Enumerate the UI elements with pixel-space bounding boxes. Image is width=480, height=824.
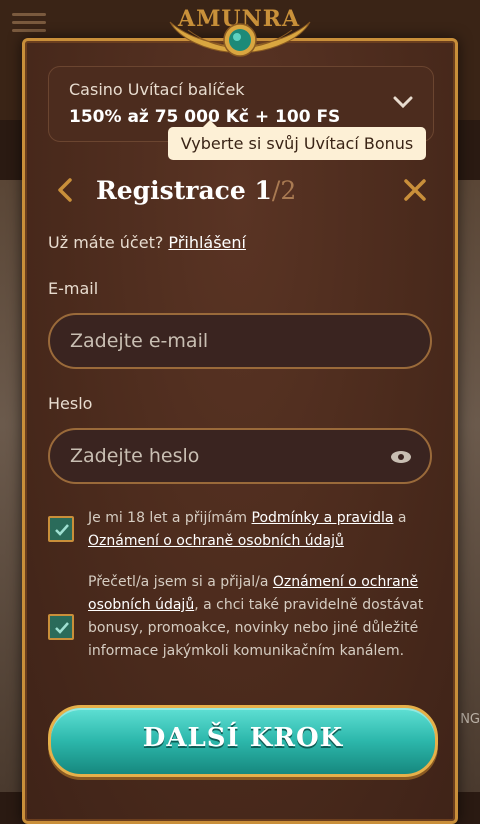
privacy-link[interactable]: Oznámení o ochraně osobních údajů: [88, 533, 344, 549]
password-label: Heslo: [48, 394, 93, 413]
have-account-label: Už máte účet?: [48, 233, 169, 252]
back-button[interactable]: [54, 176, 76, 204]
registration-step: 1: [254, 176, 272, 205]
login-link[interactable]: Přihlášení: [168, 233, 246, 252]
age-consent-text: Je mi 18 let a přijímám Podmínky a pravi…: [88, 507, 428, 553]
chevron-down-icon[interactable]: [393, 95, 413, 111]
hamburger-menu-icon[interactable]: [12, 8, 46, 36]
email-label: E-mail: [48, 279, 99, 298]
marketing-consent-checkbox[interactable]: [48, 614, 76, 642]
age-consent-text2: a: [393, 510, 407, 526]
eye-icon[interactable]: [390, 449, 412, 463]
marketing-consent-text: Přečetl/a jsem si a přijal/a Oznámení o …: [88, 571, 428, 663]
background-text: NG: [460, 712, 480, 727]
next-step-button[interactable]: DALŠÍ KROK: [48, 705, 438, 777]
marketing-consent-text1: Přečetl/a jsem si a přijal/a: [88, 574, 273, 590]
chevron-left-icon: [58, 178, 72, 202]
check-icon: [55, 524, 69, 536]
age-consent-checkbox[interactable]: [48, 516, 76, 544]
bonus-title: Casino Uvítací balíček: [69, 80, 245, 99]
checkbox-checked: [48, 614, 74, 640]
registration-total-steps: /2: [271, 176, 297, 205]
terms-link[interactable]: Podmínky a pravidla: [252, 510, 394, 526]
age-consent-text1: Je mi 18 let a přijímám: [88, 510, 252, 526]
registration-title-text: Registrace: [96, 176, 255, 205]
have-account-text: Už máte účet? Přihlášení: [48, 233, 246, 252]
registration-title: Registrace 1/2: [96, 176, 296, 205]
checkbox-checked: [48, 516, 74, 542]
check-icon: [55, 622, 69, 634]
close-icon: [404, 179, 426, 201]
bonus-tooltip: Vyberte si svůj Uvítací Bonus: [168, 120, 426, 160]
email-field[interactable]: [48, 313, 432, 369]
password-field[interactable]: [48, 428, 432, 484]
winged-scarab-emblem: [168, 16, 312, 62]
close-button[interactable]: [402, 176, 428, 204]
